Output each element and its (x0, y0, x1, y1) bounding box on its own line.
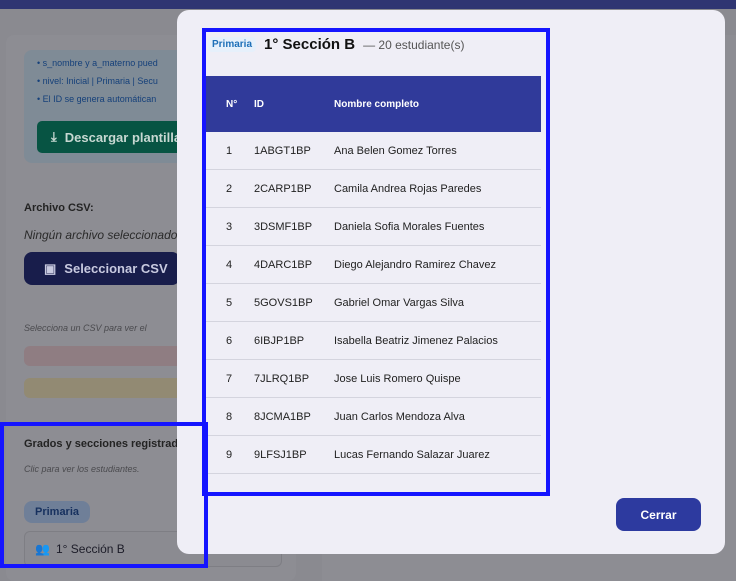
modal-header: Primaria 1° Sección B — 20 estudiante(s) (208, 36, 464, 53)
download-icon: ⤓ (51, 129, 57, 144)
table-cell: Juan Carlos Mendoza Alva (334, 410, 465, 423)
select-csv-button[interactable]: ▣ Seleccionar CSV (24, 252, 180, 285)
table-cell: 8 (226, 410, 233, 423)
column-header: N° (226, 98, 238, 110)
table-cell: 4DARC1BP (254, 258, 313, 271)
close-button[interactable]: Cerrar (616, 498, 701, 531)
csv-file-label: Archivo CSV: (24, 202, 94, 214)
table-row: 5 5GOVS1BP Gabriel Omar Vargas Silva (202, 284, 541, 322)
table-cell: 5 (226, 296, 233, 309)
table-cell: 8JCMA1BP (254, 410, 311, 423)
table-cell: 2 (226, 182, 233, 195)
table-row: 6 6IBJP1BP Isabella Beatriz Jimenez Palaci… (202, 322, 541, 360)
table-header: N° ID Nombre completo (202, 76, 541, 132)
table-body: 1 1ABGT1BP Ana Belen Gomez Torres 2 2CARP1BP… (202, 132, 541, 474)
students-table: N° ID Nombre completo 1 1ABGT1BP Ana Belen… (202, 76, 541, 474)
table-cell: Daniela Sofia Morales Fuentes (334, 220, 485, 233)
top-bar (0, 0, 736, 9)
table-cell: 4 (226, 258, 233, 271)
table-cell: 9 (226, 448, 233, 461)
select-csv-label: Seleccionar CSV (64, 261, 168, 276)
table-cell: 7 (226, 372, 233, 385)
table-cell: 5GOVS1BP (254, 296, 313, 309)
table-cell: Diego Alejandro Ramirez Chavez (334, 258, 497, 271)
table-cell: 6 (226, 334, 233, 347)
table-cell: 6IBJP1BP (254, 334, 305, 347)
table-cell: 7JLRQ1BP (254, 372, 310, 385)
table-row: 1 1ABGT1BP Ana Belen Gomez Torres (202, 132, 541, 170)
column-header: ID (254, 98, 264, 110)
table-cell: 1ABGT1BP (254, 144, 311, 157)
table-cell: 3DSMF1BP (254, 220, 313, 233)
table-cell: Gabriel Omar Vargas Silva (334, 296, 465, 309)
table-cell: Camila Andrea Rojas Paredes (334, 182, 482, 195)
table-cell: 2CARP1BP (254, 182, 312, 195)
hint-line: • s_nombre y a_materno pued (37, 58, 158, 68)
hint-line: • nivel: Inicial | Primaria | Secu (37, 76, 158, 86)
people-icon: 👥 (35, 542, 50, 556)
no-file-text: Ningún archivo seleccionado (24, 228, 178, 242)
table-cell: 1 (226, 144, 233, 157)
download-template-button[interactable]: ⤓ Descargar plantilla (37, 121, 187, 153)
grades-title: Grados y secciones registrad (24, 438, 179, 450)
student-count: — 20 estudiante(s) (363, 37, 465, 52)
modal-title: 1° Sección B (264, 36, 356, 53)
table-row: 3 3DSMF1BP Daniela Sofia Morales Fuentes (202, 208, 541, 246)
table-row: 8 8JCMA1BP Juan Carlos Mendoza Alva (202, 398, 541, 436)
table-row: 2 2CARP1BP Camila Andrea Rojas Paredes (202, 170, 541, 208)
table-row: 4 4DARC1BP Diego Alejandro Ramirez Chavez (202, 246, 541, 284)
table-row: 7 7JLRQ1BP Jose Luis Romero Quispe (202, 360, 541, 398)
table-cell: Lucas Fernando Salazar Juarez (334, 448, 490, 461)
column-header: Nombre completo (334, 98, 420, 110)
file-add-icon: ▣ (44, 260, 57, 276)
table-cell: Isabella Beatriz Jimenez Palacios (334, 334, 498, 347)
table-cell: 3 (226, 220, 233, 233)
error-placeholder (24, 346, 184, 366)
warning-placeholder (24, 378, 184, 398)
level-badge: Primaria (24, 501, 90, 523)
table-row: 9 9LFSJ1BP Lucas Fernando Salazar Juarez (202, 436, 541, 474)
grades-hint: Clic para ver los estudiantes. (24, 464, 140, 474)
table-cell: 9LFSJ1BP (254, 448, 307, 461)
modal-level-badge: Primaria (208, 37, 257, 52)
download-label: Descargar plantilla (64, 129, 182, 145)
hint-line: • El ID se genera automátican (37, 94, 157, 104)
table-cell: Ana Belen Gomez Torres (334, 144, 457, 157)
table-cell: Jose Luis Romero Quispe (334, 372, 461, 385)
section-card-label: 1° Sección B (55, 542, 125, 556)
preview-hint: Selecciona un CSV para ver el (24, 323, 147, 333)
